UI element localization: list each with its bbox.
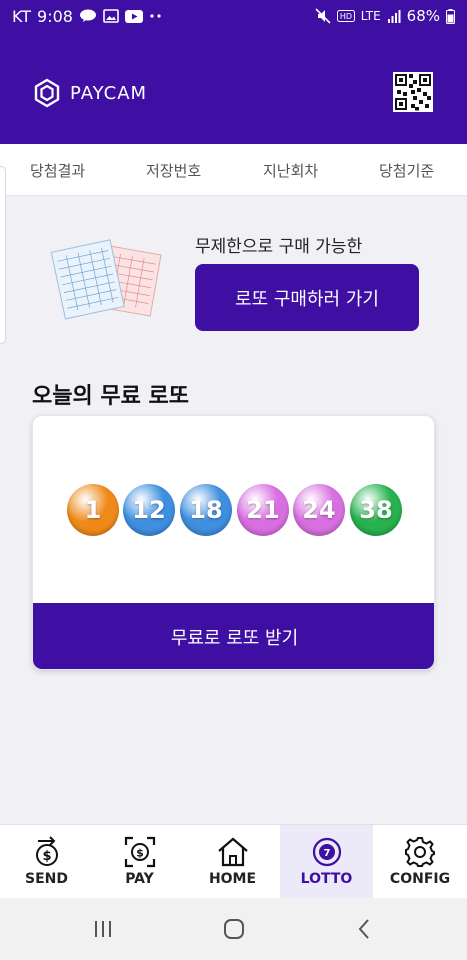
network-label: LTE bbox=[360, 9, 381, 23]
nav-config-label: CONFIG bbox=[389, 871, 451, 887]
lotto-ball: 21 bbox=[237, 484, 289, 536]
nav-send-label: SEND bbox=[25, 871, 68, 887]
lotto-ball-icon: 7 bbox=[310, 835, 344, 869]
buy-lotto-button[interactable]: 로또 구매하러 가기 bbox=[195, 264, 419, 331]
home-circle-icon[interactable] bbox=[219, 916, 249, 942]
lotto-ball: 38 bbox=[350, 484, 402, 536]
home-icon bbox=[216, 835, 250, 869]
lotto-ball: 18 bbox=[180, 484, 232, 536]
lotto-tabs: 당첨결과 저장번호 지난회차 당첨기준 bbox=[0, 144, 467, 196]
carrier-label: KT bbox=[12, 6, 32, 26]
lotto-ball: 12 bbox=[123, 484, 175, 536]
side-drawer-handle[interactable] bbox=[0, 166, 6, 344]
tab-saved-numbers[interactable]: 저장번호 bbox=[146, 160, 201, 181]
nav-pay[interactable]: $ PAY bbox=[93, 825, 186, 899]
get-free-lotto-button[interactable]: 무료로 로또 받기 bbox=[33, 603, 434, 669]
lotto-ticket-illustration bbox=[50, 236, 162, 322]
svg-text:7: 7 bbox=[323, 848, 330, 859]
hd-voice-icon: HD bbox=[336, 10, 355, 22]
tab-past-rounds[interactable]: 지난회차 bbox=[263, 160, 318, 181]
svg-text:HD: HD bbox=[340, 12, 352, 21]
nav-send[interactable]: $ SEND bbox=[0, 825, 93, 899]
nav-pay-label: PAY bbox=[125, 871, 154, 887]
status-bar: KT 9:08 HD LTE 68% bbox=[0, 0, 467, 32]
mute-icon bbox=[315, 8, 331, 24]
gear-icon bbox=[403, 835, 437, 869]
nav-lotto[interactable]: 7 LOTTO bbox=[280, 825, 373, 899]
free-lotto-title: 오늘의 무료 로또 bbox=[32, 384, 189, 409]
back-icon[interactable] bbox=[349, 916, 379, 942]
svg-text:$: $ bbox=[136, 847, 144, 860]
signal-icon bbox=[387, 9, 401, 23]
promo-text: 무제한으로 구매 가능한 bbox=[195, 237, 363, 257]
send-money-icon: $ bbox=[30, 835, 64, 869]
nav-config[interactable]: CONFIG bbox=[373, 825, 467, 899]
tab-winning-criteria[interactable]: 당첨기준 bbox=[379, 160, 434, 181]
paycam-logo: PAYCAM bbox=[32, 78, 147, 108]
bottom-navigation: $ SEND $ PAY HOME 7 LOTTO CONFIG bbox=[0, 824, 467, 899]
nav-home[interactable]: HOME bbox=[186, 825, 279, 899]
image-notification-icon bbox=[103, 9, 119, 23]
time-label: 9:08 bbox=[37, 6, 73, 26]
lotto-ball: 24 bbox=[293, 484, 345, 536]
qr-code-icon[interactable] bbox=[393, 72, 433, 112]
talk-notification-icon bbox=[79, 9, 97, 23]
system-navigation-bar bbox=[0, 898, 467, 960]
app-header: PAYCAM bbox=[0, 32, 467, 144]
free-lotto-card: 1 12 18 21 24 38 무료로 로또 받기 bbox=[32, 415, 435, 670]
pay-scan-icon: $ bbox=[123, 835, 157, 869]
more-notifications-icon bbox=[149, 13, 163, 19]
youtube-notification-icon bbox=[124, 9, 143, 23]
lotto-numbers: 1 12 18 21 24 38 bbox=[33, 484, 434, 538]
logo-text: PAYCAM bbox=[70, 82, 148, 104]
logo-hexagon-icon bbox=[34, 78, 60, 108]
battery-label: 68% bbox=[406, 7, 440, 25]
svg-text:$: $ bbox=[42, 849, 51, 864]
nav-home-label: HOME bbox=[208, 871, 257, 887]
nav-lotto-label: LOTTO bbox=[300, 871, 353, 887]
tab-winning-results[interactable]: 당첨결과 bbox=[30, 160, 85, 181]
lotto-ball: 1 bbox=[67, 484, 119, 536]
battery-icon bbox=[446, 8, 455, 24]
recent-apps-icon[interactable] bbox=[88, 916, 118, 942]
